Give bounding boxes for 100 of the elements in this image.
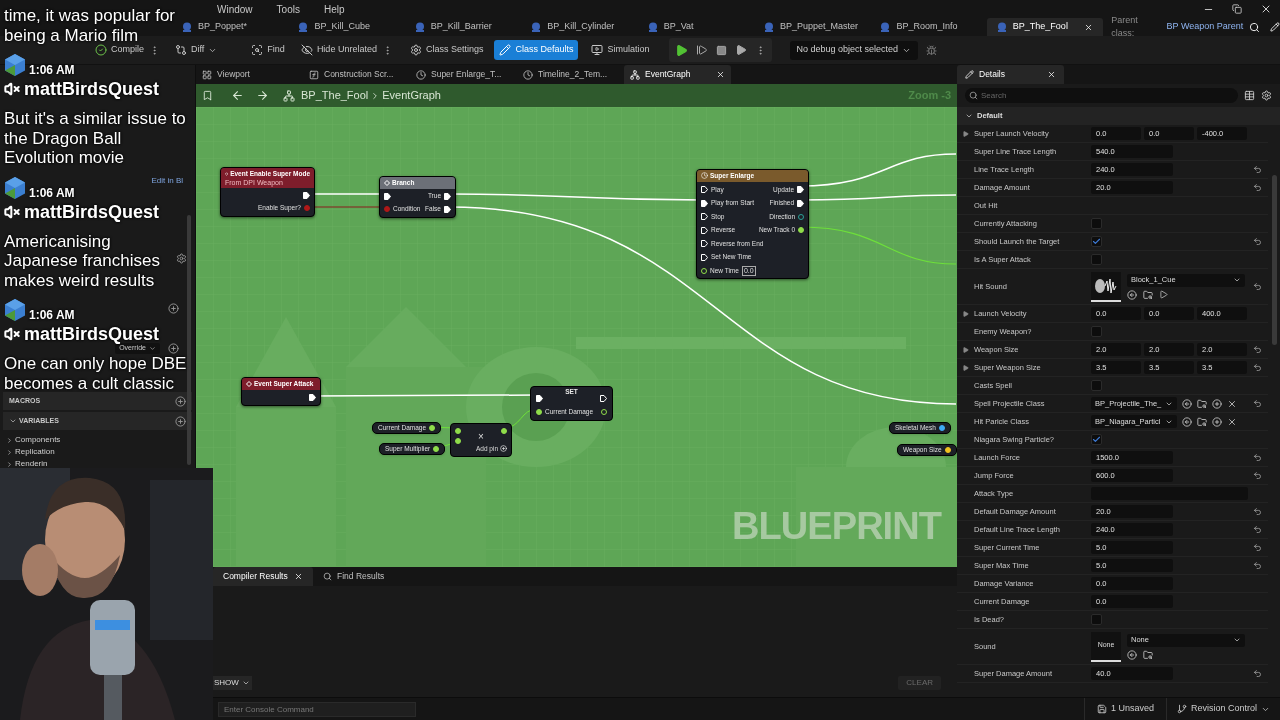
tree-item[interactable]: Components: [6, 434, 195, 446]
settings-icon[interactable]: [176, 252, 187, 264]
reset-arrow-icon[interactable]: [1252, 543, 1262, 552]
expand-icon[interactable]: [962, 364, 969, 371]
search-icon[interactable]: [1249, 21, 1261, 33]
graph-tab[interactable]: Timeline_2_Tem...: [517, 65, 624, 84]
menu-item[interactable]: Help: [323, 1, 345, 17]
checkbox[interactable]: [1091, 380, 1102, 391]
sound-thumbnail[interactable]: [1091, 271, 1121, 302]
checkbox[interactable]: [1091, 236, 1102, 247]
clear-icon[interactable]: [1227, 398, 1237, 409]
close-tab-icon[interactable]: [716, 70, 725, 79]
close-tab-icon[interactable]: [1084, 22, 1094, 32]
tree-item[interactable]: Replication: [6, 446, 195, 458]
diff-icon: [175, 44, 187, 56]
play-icon[interactable]: [674, 43, 688, 57]
reset-arrow-icon[interactable]: [1252, 399, 1262, 408]
show-dropdown[interactable]: SHOW: [212, 676, 252, 690]
bug-icon[interactable]: [926, 44, 938, 56]
toolbar-button[interactable]: Hide Unrelated: [295, 40, 382, 60]
use-selected-icon[interactable]: [1127, 649, 1137, 660]
details-tab[interactable]: Details: [957, 65, 1064, 84]
asset-tab[interactable]: BP_Puppet_Master: [754, 18, 871, 36]
checkbox[interactable]: [1091, 254, 1102, 265]
reset-arrow-icon[interactable]: [1252, 282, 1262, 291]
asset-tab[interactable]: BP_Kill_Cube: [288, 18, 405, 36]
graph-tab[interactable]: EventGraph: [624, 65, 731, 84]
menu-item[interactable]: Tools: [276, 1, 300, 17]
step-icon[interactable]: [695, 44, 708, 56]
tree-item[interactable]: Renderin: [6, 458, 195, 470]
unsaved-button[interactable]: 1 Unsaved: [1083, 698, 1166, 720]
toolbar-button[interactable]: Find: [246, 40, 290, 60]
reset-arrow-icon[interactable]: [1252, 471, 1262, 480]
close-tab-icon[interactable]: [1047, 70, 1056, 79]
use-selected-icon[interactable]: [1182, 398, 1192, 409]
menu-item[interactable]: Window: [217, 1, 253, 17]
edit-icon[interactable]: [1270, 22, 1280, 32]
asset-tab[interactable]: BP_Kill_Cylinder: [521, 18, 638, 36]
table-icon[interactable]: [1244, 90, 1255, 101]
stop-icon[interactable]: [715, 44, 727, 56]
debug-dropdown[interactable]: No debug object selected: [789, 40, 919, 60]
breadcrumb-item[interactable]: BP_The_Fool: [301, 87, 369, 104]
add-icon[interactable]: [1212, 398, 1222, 409]
reset-arrow-icon[interactable]: [1252, 183, 1262, 192]
checkbox[interactable]: [1091, 614, 1102, 625]
edit-in-blueprint-link[interactable]: Edit in Bl: [151, 175, 183, 187]
use-selected-icon[interactable]: [1182, 416, 1192, 427]
add-icon[interactable]: [168, 302, 179, 314]
close-tab-icon[interactable]: [294, 572, 303, 581]
add-icon[interactable]: [168, 342, 179, 354]
add-icon[interactable]: [175, 395, 186, 407]
checkbox[interactable]: [1091, 326, 1102, 337]
expand-icon[interactable]: [962, 130, 969, 137]
revision-control-button[interactable]: Revision Control: [1165, 698, 1280, 720]
browse-icon[interactable]: [1197, 416, 1207, 427]
forward-icon[interactable]: [256, 89, 269, 102]
play-icon[interactable]: [1159, 290, 1168, 299]
reset-arrow-icon[interactable]: [1252, 669, 1262, 678]
graph-tab[interactable]: Construction Scr...: [303, 65, 410, 84]
add-icon[interactable]: [175, 415, 186, 427]
toolbar-button[interactable]: Simulation: [586, 40, 655, 60]
bookmark-icon[interactable]: [202, 90, 213, 101]
clear-icon[interactable]: [1227, 416, 1237, 427]
console-field[interactable]: Enter Console Command: [218, 701, 416, 717]
toolbar-button[interactable]: Class Defaults: [494, 40, 579, 60]
asset-tab[interactable]: BP_The_Fool: [986, 18, 1104, 36]
viewport-icon: [202, 69, 212, 80]
browse-icon[interactable]: [1197, 398, 1207, 409]
reset-arrow-icon[interactable]: [1252, 237, 1262, 246]
parent-class-link[interactable]: BP Weapon Parent: [1166, 20, 1244, 34]
restore-icon[interactable]: [1232, 4, 1242, 14]
browse-icon[interactable]: [1143, 649, 1153, 660]
reset-arrow-icon[interactable]: [1252, 453, 1262, 462]
panel-tab[interactable]: Find Results: [313, 567, 413, 586]
search-field[interactable]: Search: [965, 88, 1238, 103]
panel-tab[interactable]: Compiler Results: [213, 567, 313, 586]
browse-icon[interactable]: [1143, 289, 1153, 300]
asset-tab[interactable]: BP_Kill_Barrier: [404, 18, 522, 36]
reset-arrow-icon[interactable]: [1252, 525, 1262, 534]
expand-icon[interactable]: [962, 346, 969, 353]
asset-tab[interactable]: BP_Vat: [637, 18, 755, 36]
reset-arrow-icon[interactable]: [1252, 561, 1262, 570]
checkbox[interactable]: [1091, 434, 1102, 445]
back-icon[interactable]: [231, 89, 244, 102]
asset-tab[interactable]: BP_Room_Info: [870, 18, 987, 36]
breadcrumb-item[interactable]: EventGraph: [382, 87, 441, 104]
close-icon[interactable]: [1260, 3, 1272, 15]
reset-arrow-icon[interactable]: [1252, 507, 1262, 516]
reset-arrow-icon[interactable]: [1252, 345, 1262, 354]
checkbox[interactable]: [1091, 218, 1102, 229]
settings-icon[interactable]: [1261, 90, 1272, 101]
add-icon[interactable]: [1212, 416, 1222, 427]
play-icon[interactable]: [734, 44, 747, 56]
graph-tab[interactable]: Super Enlarge_T...: [410, 65, 517, 84]
reset-arrow-icon[interactable]: [1252, 165, 1262, 174]
expand-icon[interactable]: [962, 310, 969, 317]
toolbar-button[interactable]: Class Settings: [404, 40, 489, 60]
graph-tab[interactable]: Viewport: [196, 65, 303, 84]
use-selected-icon[interactable]: [1127, 289, 1137, 300]
reset-arrow-icon[interactable]: [1252, 363, 1262, 372]
